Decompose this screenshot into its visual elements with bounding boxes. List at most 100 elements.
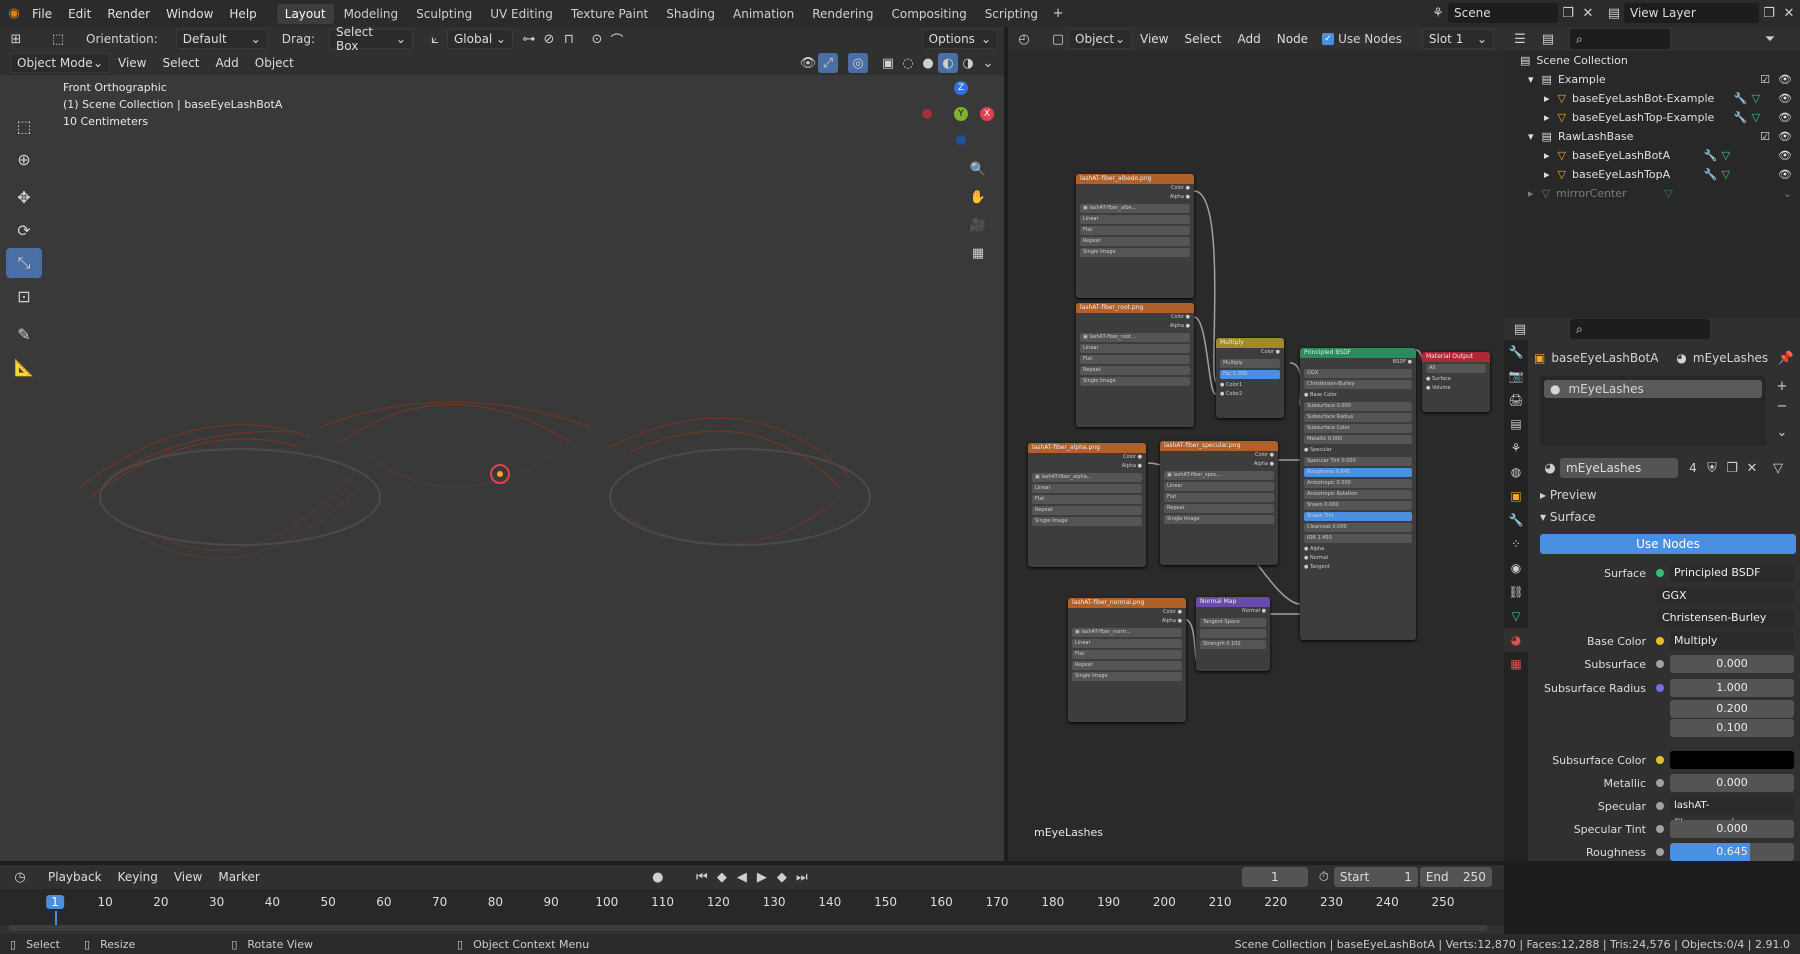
node-field[interactable]: Specular Tint 0.000 [1304, 457, 1412, 466]
options-dropdown[interactable]: Options ⌄ [921, 29, 998, 49]
workspace-tab-animation[interactable]: Animation [725, 4, 802, 24]
start-frame-field[interactable]: Start 1 [1333, 867, 1418, 887]
prop-value[interactable]: 0.000 [1670, 774, 1794, 792]
current-frame-field[interactable]: 1 [1241, 867, 1308, 887]
timeline-menu-marker[interactable]: Marker [210, 870, 267, 884]
particles-tab-icon[interactable]: ⁘ [1504, 532, 1528, 556]
eye-icon[interactable]: 👁 [1778, 111, 1792, 124]
image-texture-node-normal[interactable]: lashAT-fiber_normal.png Color ● Alpha ● … [1068, 598, 1186, 722]
drag-dropdown[interactable]: Select Box ⌄ [328, 25, 413, 53]
material-slot-list[interactable]: ● mEyeLashes [1540, 376, 1766, 446]
add-workspace-icon[interactable]: + [1048, 4, 1068, 24]
node-field[interactable]: Roughness 0.645 [1304, 468, 1412, 477]
principled-bsdf-node[interactable]: Principled BSDF BSDF ● GGX Christensen-B… [1300, 348, 1416, 640]
outliner-search-input[interactable]: ⌕ [1570, 29, 1670, 49]
prop-value[interactable]: Multiply [1670, 632, 1794, 650]
menu-render[interactable]: Render [99, 7, 158, 21]
end-frame-field[interactable]: End 250 [1419, 867, 1492, 887]
node-field[interactable]: Repeat [1072, 661, 1182, 670]
workspace-tab-compositing[interactable]: Compositing [883, 4, 974, 24]
stopwatch-icon[interactable]: ⏱ [1314, 867, 1334, 887]
object-tab-icon[interactable]: ▣ [1504, 484, 1528, 508]
current-frame-marker[interactable]: 1 [46, 895, 64, 909]
material-tab-icon[interactable]: ◕ [1504, 628, 1528, 652]
viewport-menu-add[interactable]: Add [208, 56, 247, 70]
3d-viewport[interactable]: ⊞ ⬚ Orientation: Default ⌄ Drag: Select B… [0, 25, 1004, 861]
prop-value[interactable]: lashAT-fiber_specular.png [1670, 797, 1794, 829]
material-name-field[interactable]: mEyeLashes [1560, 458, 1678, 478]
workspace-tab-scripting[interactable]: Scripting [977, 4, 1046, 24]
node-field[interactable]: Single Image [1032, 517, 1142, 526]
unlink-icon[interactable]: ✕ [1742, 458, 1762, 478]
transform-orientation-icon[interactable]: ⟀ [425, 29, 445, 49]
delete-view-layer-icon[interactable]: ✕ [1779, 3, 1799, 23]
new-view-layer-icon[interactable]: ❐ [1759, 3, 1779, 23]
editor-type-icon[interactable]: ◷ [10, 867, 30, 887]
subsurface-method-dropdown[interactable]: Christensen-Burley [1656, 609, 1794, 627]
proportional-edit-icon[interactable]: ⊙ [587, 29, 607, 49]
transform-orientation-dropdown[interactable]: Global ⌄ [446, 29, 513, 49]
prop-value[interactable]: 0.645 [1670, 843, 1794, 861]
scene-icon[interactable]: ⚘ [1428, 3, 1448, 23]
browse-material-icon[interactable]: ◕ [1540, 458, 1560, 478]
menu-help[interactable]: Help [221, 7, 264, 21]
node-field[interactable]: GGX [1304, 369, 1412, 378]
duplicate-icon[interactable]: ❐ [1722, 458, 1742, 478]
pan-hand-icon[interactable]: ✋ [968, 187, 988, 207]
orientation-dropdown[interactable]: Default ⌄ [175, 29, 268, 49]
node-field[interactable]: Linear [1032, 484, 1142, 493]
node-field[interactable]: Single Image [1080, 377, 1190, 386]
editor-type-icon[interactable]: ⊞ [6, 29, 26, 49]
outliner-item-mirrorcenter[interactable]: ▸ ▽ mirrorCenter ▽ ⌄ [1504, 184, 1800, 203]
node-field[interactable]: Sheen 0.000 [1304, 501, 1412, 510]
world-tab-icon[interactable]: ◍ [1504, 460, 1528, 484]
annotate-tool-icon[interactable]: ✎ [6, 319, 42, 349]
scale-tool-icon[interactable]: ⤡ [6, 248, 42, 278]
workspace-tab-texture-paint[interactable]: Texture Paint [563, 4, 656, 24]
node-field[interactable]: Flat [1032, 495, 1142, 504]
measure-tool-icon[interactable]: 📐 [6, 352, 42, 382]
wireframe-shading-icon[interactable]: ◌ [898, 53, 918, 73]
jump-end-icon[interactable]: ⏭ [792, 867, 812, 887]
timeline-scrollbar[interactable] [8, 925, 1488, 931]
snap-icon[interactable]: ⊘ [539, 29, 559, 49]
menu-edit[interactable]: Edit [60, 7, 99, 21]
falloff-icon[interactable]: ⌒ [607, 29, 627, 49]
node-image-field[interactable]: ▣ lashAT-fiber_norm... [1072, 628, 1182, 637]
view-layer-icon[interactable]: ▤ [1604, 3, 1624, 23]
scene-name-field[interactable]: Scene [1448, 3, 1558, 23]
editor-type-icon[interactable]: ☰ [1510, 29, 1530, 49]
node-field[interactable]: Flat [1080, 355, 1190, 364]
node-field[interactable]: Sheen Tint [1304, 512, 1412, 521]
node-image-field[interactable]: ▣ lashAT-fiber_root... [1080, 333, 1190, 342]
node-strength-field[interactable]: Strength 0.100 [1200, 640, 1266, 649]
image-texture-node-specular[interactable]: lashAT-fiber_specular.png Color ● Alpha … [1160, 441, 1278, 565]
zoom-icon[interactable]: 🔍 [968, 159, 988, 179]
transform-pivot-icon[interactable]: ⬚ [48, 29, 68, 49]
eyelash-meshes[interactable] [50, 357, 950, 597]
image-texture-node-albedo[interactable]: lashAT-fiber_albedo.png Color ● Alpha ● … [1076, 174, 1194, 298]
node-field[interactable]: Subsurface Radius [1304, 413, 1412, 422]
slot-specials-icon[interactable]: ⌄ [1772, 422, 1792, 442]
workspace-tab-layout[interactable]: Layout [276, 3, 334, 24]
properties-search-input[interactable]: ⌕ [1570, 319, 1710, 339]
node-field[interactable]: Clearcoat 0.000 [1304, 523, 1412, 532]
visibility-icon[interactable]: 👁 [798, 53, 818, 73]
pivot-point-icon[interactable]: ⊶ [519, 29, 539, 49]
viewport-menu-view[interactable]: View [110, 56, 154, 70]
use-nodes-button[interactable]: Use Nodes [1540, 534, 1796, 554]
snap-target-icon[interactable]: ⊓ [559, 29, 579, 49]
shader-node-editor[interactable]: ◴ ▢ Object ⌄ View Select Add Node ✓ Use N… [1008, 27, 1504, 861]
outliner-item-baseeyelashbota[interactable]: ▸ ▽ baseEyeLashBotA 🔧 ▽ 👁 [1504, 146, 1800, 165]
view-layer-tab-icon[interactable]: ▤ [1504, 412, 1528, 436]
play-reverse-icon[interactable]: ◀ [732, 867, 752, 887]
node-field[interactable]: Anisotropic 0.000 [1304, 479, 1412, 488]
node-blend-field[interactable]: Multiply [1220, 359, 1280, 368]
constraints-tab-icon[interactable]: ⛓ [1504, 580, 1528, 604]
image-texture-node-root[interactable]: lashAT-fiber_root.png Color ● Alpha ● ▣ … [1076, 303, 1194, 427]
mode-dropdown[interactable]: Object Mode ⌄ [10, 53, 110, 73]
timeline-menu-view[interactable]: View [166, 870, 210, 884]
fake-user-icon[interactable]: ⛨ [1702, 458, 1722, 478]
viewport-menu-object[interactable]: Object [247, 56, 302, 70]
expand-icon[interactable]: ▸ [1528, 187, 1534, 200]
